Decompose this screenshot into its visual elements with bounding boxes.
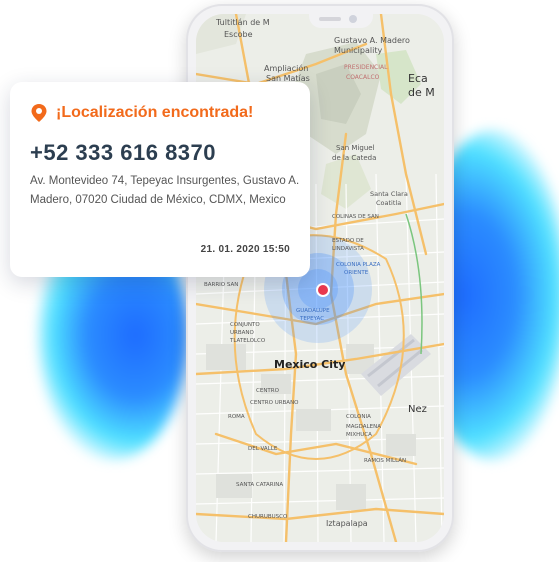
phone-notch — [309, 12, 373, 28]
map-label-san-miguel: San Miguel — [336, 144, 375, 152]
map-label-presidencial: PRESIDENCIAL — [344, 64, 388, 71]
map-label-conjunto: CONJUNTO — [230, 322, 260, 328]
map-label-centro-urbano: CENTRO URBANO — [250, 400, 299, 406]
map-label-oriente: ORIENTE — [344, 270, 369, 276]
speaker-icon — [319, 17, 341, 21]
map-label-guadalupe: GUADALUPE — [296, 308, 330, 314]
map-label-colonia: COLONIA — [346, 414, 371, 420]
address-text: Av. Montevideo 74, Tepeyac Insurgentes, … — [30, 175, 300, 206]
map-label-city: Mexico City — [274, 358, 346, 371]
map-label-colinas: COLINAS DE SAN — [332, 214, 379, 220]
map-label-ramos-millan: RAMOS MILLÁN — [364, 458, 407, 464]
map-label-mixhuca: MIXHUCA — [346, 432, 372, 438]
map-label-coacalco: COACALCO — [346, 74, 380, 81]
location-pin-icon — [31, 104, 47, 122]
location-dot-icon — [316, 283, 330, 297]
map-label-cateda: de la Cateda — [332, 154, 377, 162]
phone-number: +52 333 616 8370 — [30, 140, 217, 165]
map-label-magdalena: MAGDALENA — [346, 424, 381, 430]
timestamp: 21. 01. 2020 15:50 — [200, 244, 290, 255]
card-header: ¡Localización encontrada! — [30, 102, 253, 124]
card-title: ¡Localización encontrada! — [56, 104, 254, 121]
map-label-tlatelolco: TLATELOLCO — [230, 338, 266, 344]
map-label-de-m: de M — [408, 86, 435, 99]
map-label-colonia-plaza: COLONIA PLAZA — [336, 262, 381, 268]
map-label-coatitla: Coatitla — [376, 199, 402, 207]
map-label-gam: Gustavo A. Madero — [334, 36, 410, 45]
map-label-centro: CENTRO — [256, 388, 279, 394]
map-label-barrio-san: BARRIO SAN — [204, 282, 239, 288]
map-label-eca: Eca — [408, 72, 428, 85]
map-label-ampliacion: Ampliación — [264, 64, 309, 73]
map-label-santa-clara: Santa Clara — [370, 190, 408, 198]
map-label-churubusco: CHURUBUSCO — [248, 514, 288, 520]
map-label-santa-catarina: SANTA CATARINA — [236, 482, 284, 488]
map-label-del-valle: DEL VALLE — [248, 446, 278, 452]
map-label-nez: Nez — [408, 404, 427, 415]
map-label-estado: ESTADO DE — [332, 238, 364, 244]
map-label-iztapalapa: Iztapalapa — [326, 519, 368, 528]
map-label-lindavista: LINDAVISTA — [332, 246, 364, 252]
map-label-tultitlan: Tultitlán de M — [216, 18, 270, 27]
map-label-escobedo: Escobe — [224, 30, 253, 39]
location-marker[interactable] — [315, 282, 331, 303]
camera-icon — [349, 15, 357, 23]
map-label-roma: ROMA — [228, 414, 245, 420]
map-label-municipality: Municipality — [334, 46, 383, 55]
map-label-tepeyac: TEPEYAC — [300, 316, 325, 322]
location-card[interactable]: ¡Localización encontrada! +52 333 616 83… — [10, 82, 310, 277]
map-label-urbano: URBANO — [230, 330, 254, 336]
